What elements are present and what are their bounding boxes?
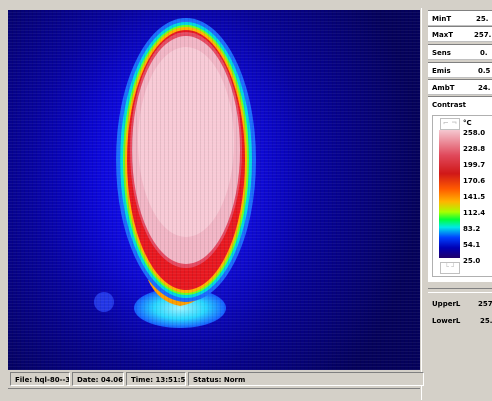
limit-upper: UpperL 257.: [428, 296, 492, 312]
status-time: Time: 13:51:56.0: [126, 372, 186, 386]
param-value: 0.: [480, 49, 488, 57]
contrast-section: Contrast ⌐ ¬ °C 258.0 228.8 199.7 170.6 …: [428, 96, 492, 282]
status-file: File: hql-80--3.: [10, 372, 70, 386]
scale-tick: 199.7: [463, 161, 486, 169]
param-value: 24.: [478, 84, 491, 92]
limit-value: 257.: [478, 300, 492, 308]
param-value: 25.: [476, 15, 489, 23]
param-mint: MinT 25.: [428, 10, 492, 26]
scale-tick: 112.4: [463, 209, 486, 217]
param-label: AmbT: [432, 84, 455, 92]
status-state: Status: Norm: [188, 372, 424, 386]
param-value: 0.5: [478, 67, 491, 75]
limit-label: UpperL: [432, 300, 461, 308]
scale-tick: 228.8: [463, 145, 486, 153]
status-bar: File: hql-80--3. Date: 04.06.04 Time: 13…: [8, 372, 424, 388]
color-scale[interactable]: ⌐ ¬ °C 258.0 228.8 199.7 170.6 141.5 112…: [432, 115, 492, 277]
scale-down-arrow-icon[interactable]: └ ┘: [440, 262, 460, 274]
param-ambt: AmbT 24.: [428, 79, 492, 95]
param-value: 257.: [474, 31, 492, 39]
status-date: Date: 04.06.04: [72, 372, 124, 386]
scale-tick: 25.0: [463, 257, 481, 265]
scale-tick: 141.5: [463, 193, 486, 201]
thermal-image[interactable]: [8, 10, 420, 370]
scale-tick: 83.2: [463, 225, 481, 233]
param-emis: Emis 0.5: [428, 62, 492, 78]
right-panel: MinT 25. MaxT 257. Sens 0. Emis 0.5 AmbT…: [428, 8, 492, 400]
limit-label: LowerL: [432, 317, 461, 325]
limit-lower: LowerL 25.: [428, 313, 492, 329]
limit-value: 25.: [480, 317, 492, 325]
bottom-strip: [8, 388, 420, 401]
thermal-hotspot-graphic: [66, 10, 306, 370]
scale-tick: 258.0: [463, 129, 486, 137]
panel-separator: [428, 288, 492, 293]
color-scale-bar[interactable]: [439, 130, 460, 258]
scale-tick: 170.6: [463, 177, 486, 185]
scale-tick: 54.1: [463, 241, 481, 249]
contrast-title: Contrast: [432, 101, 466, 109]
param-label: MinT: [432, 15, 452, 23]
param-label: Sens: [432, 49, 451, 57]
scale-unit: °C: [463, 119, 472, 127]
param-maxt: MaxT 257.: [428, 26, 492, 42]
param-label: MaxT: [432, 31, 453, 39]
scale-up-arrow-icon[interactable]: ⌐ ¬: [440, 118, 460, 130]
param-label: Emis: [432, 67, 451, 75]
param-sens: Sens 0.: [428, 44, 492, 60]
